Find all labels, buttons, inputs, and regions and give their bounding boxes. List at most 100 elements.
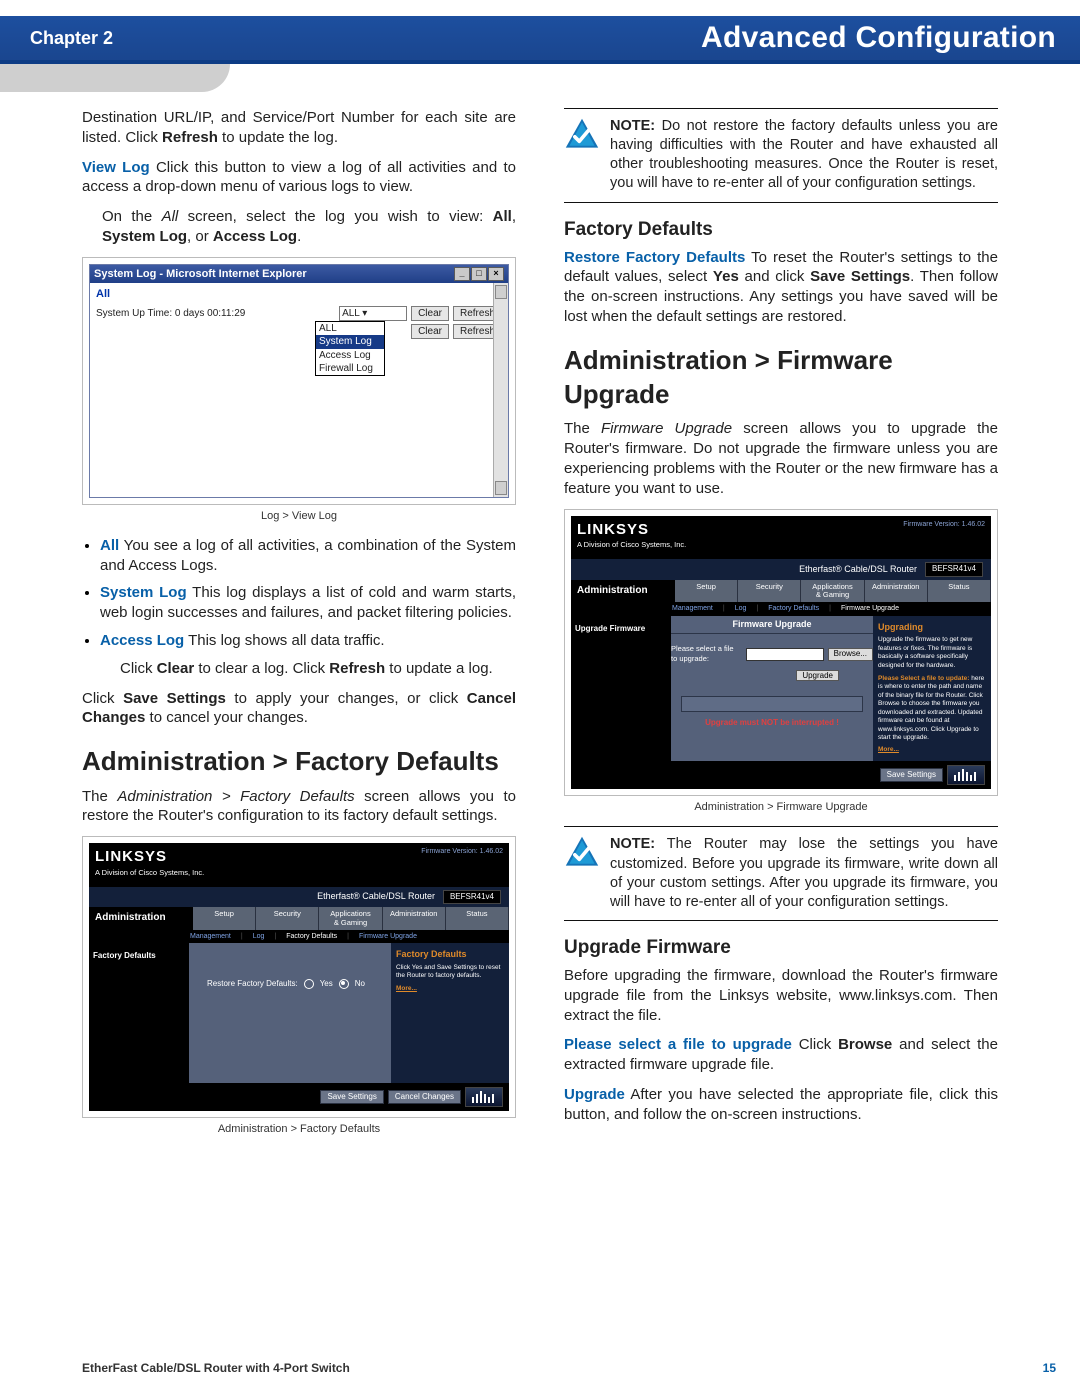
p-uf-before: Before upgrading the firmware, download …	[564, 966, 998, 1025]
list-item-syslog: System Log This log displays a list of c…	[100, 583, 516, 623]
linksys-logo: LINKSYS	[95, 847, 204, 867]
text: The	[82, 788, 117, 805]
log-all-heading: All	[96, 287, 502, 302]
fw-center-title: Firmware Upgrade	[671, 616, 873, 635]
text: Click	[82, 690, 123, 707]
italic-all: All	[162, 208, 179, 225]
tab-security[interactable]: Security	[738, 580, 801, 603]
dropdown-option[interactable]: Access Log	[316, 349, 384, 362]
log-dropdown[interactable]: ALL System Log Access Log Firewall Log	[315, 321, 385, 376]
minimize-icon[interactable]: _	[454, 267, 470, 281]
view-log-label: View Log	[82, 159, 150, 176]
subtab-management[interactable]: Management	[187, 932, 234, 941]
model-code: BEFSR41v4	[443, 890, 501, 905]
footer-product: EtherFast Cable/DSL Router with 4-Port S…	[82, 1361, 350, 1375]
bold: Refresh	[329, 660, 385, 677]
tab-apps-gaming[interactable]: Applications & Gaming	[801, 580, 864, 603]
page-footer: EtherFast Cable/DSL Router with 4-Port S…	[82, 1361, 1056, 1375]
text: On the	[102, 208, 162, 225]
save-settings-button[interactable]: Save Settings	[880, 768, 943, 783]
subtab-fwupgrade[interactable]: Firmware Upgrade	[838, 604, 902, 613]
uptime-text: System Up Time: 0 days 00:11:29	[96, 307, 335, 320]
tab-administration[interactable]: Administration	[383, 907, 446, 930]
more-link[interactable]: More...	[878, 746, 899, 754]
browse-button[interactable]: Browse...	[828, 648, 873, 661]
text: to update a log.	[385, 660, 493, 677]
subtab-fwupgrade[interactable]: Firmware Upgrade	[356, 932, 420, 941]
bold: System Log	[102, 228, 187, 245]
file-label: Please select a file to upgrade:	[671, 644, 742, 664]
help-title: Upgrading	[878, 622, 986, 634]
p-on-all: On the All screen, select the log you wi…	[102, 207, 516, 247]
accesslog-label: Access Log	[100, 632, 184, 649]
radio-yes[interactable]	[304, 979, 314, 989]
text: This log shows all data traffic.	[184, 632, 384, 649]
caption-admin-factory: Administration > Factory Defaults	[82, 1122, 516, 1137]
tab-administration[interactable]: Administration	[865, 580, 928, 603]
tab-apps-gaming[interactable]: Applications & Gaming	[319, 907, 382, 930]
cancel-changes-button[interactable]: Cancel Changes	[388, 1090, 461, 1105]
bold-refresh: Refresh	[162, 129, 218, 146]
subtab-log[interactable]: Log	[732, 604, 750, 613]
subtab-log[interactable]: Log	[250, 932, 268, 941]
text: to clear a log. Click	[194, 660, 329, 677]
log-select[interactable]: ALL ▾	[339, 306, 407, 321]
text: to cancel your changes.	[145, 709, 308, 726]
firmware-version: Firmware Version: 1.46.02	[903, 520, 985, 529]
scrollbar[interactable]	[493, 283, 508, 497]
page-header: Chapter 2 Advanced Configuration	[0, 16, 1080, 60]
dropdown-option[interactable]: Firewall Log	[316, 362, 384, 375]
chapter-label: Chapter 2	[30, 28, 113, 49]
bold: Browse	[838, 1036, 892, 1053]
dropdown-option-selected[interactable]: System Log	[316, 335, 384, 348]
heading-factory-defaults: Factory Defaults	[564, 217, 998, 242]
help-p1: Upgrade the firmware to get new features…	[878, 636, 986, 670]
scroll-thumb[interactable]	[495, 285, 507, 299]
note-check-icon	[564, 117, 600, 194]
cisco-logo-icon	[465, 1087, 503, 1107]
text: Click	[792, 1036, 838, 1053]
clear-button-2[interactable]: Clear	[411, 324, 449, 339]
header-title: Advanced Configuration	[701, 21, 1056, 55]
text: Click	[120, 660, 157, 677]
text: to apply your changes, or click	[226, 690, 467, 707]
tab-status[interactable]: Status	[446, 907, 509, 930]
model-code: BEFSR41v4	[925, 562, 983, 577]
p-uf-upgrade: Upgrade After you have selected the appr…	[564, 1085, 998, 1125]
subtab-management[interactable]: Management	[669, 604, 716, 613]
p-save-cancel: Click Save Settings to apply your change…	[82, 689, 516, 729]
bold: Save Settings	[123, 690, 226, 707]
p-uf-select: Please select a file to upgrade Click Br…	[564, 1035, 998, 1075]
caption-log-viewlog: Log > View Log	[82, 509, 516, 524]
upgrade-warning: Upgrade must NOT be interrupted !	[671, 718, 873, 729]
file-path-input[interactable]	[746, 648, 824, 661]
dropdown-option[interactable]: ALL	[316, 322, 384, 335]
tab-status[interactable]: Status	[928, 580, 991, 603]
tab-setup[interactable]: Setup	[193, 907, 256, 930]
maximize-icon[interactable]: □	[471, 267, 487, 281]
text: screen, select the log you wish to view:	[178, 208, 492, 225]
italic: Administration > Factory Defaults	[117, 788, 354, 805]
radio-no[interactable]	[339, 979, 349, 989]
upgrade-button[interactable]: Upgrade	[796, 670, 839, 681]
section-label: Administration	[571, 580, 675, 603]
note-firmware: NOTE: The Router may lose the settings y…	[564, 826, 998, 921]
tab-setup[interactable]: Setup	[675, 580, 738, 603]
subtab-factorydef[interactable]: Factory Defaults	[283, 932, 340, 941]
more-link[interactable]: More...	[396, 985, 417, 993]
save-settings-button[interactable]: Save Settings	[320, 1090, 383, 1105]
text: .	[297, 228, 301, 245]
clear-button[interactable]: Clear	[411, 306, 449, 321]
text: ,	[512, 208, 516, 225]
tab-security[interactable]: Security	[256, 907, 319, 930]
linksys-logo-sub: A Division of Cisco Systems, Inc.	[577, 540, 686, 549]
footer-page-number: 15	[1043, 1361, 1056, 1375]
close-icon[interactable]: ×	[488, 267, 504, 281]
p-destination: Destination URL/IP, and Service/Port Num…	[82, 108, 516, 148]
all-label: All	[100, 537, 119, 554]
right-column: NOTE: Do not restore the factory default…	[564, 108, 998, 1149]
text: and click	[739, 268, 810, 285]
subtab-factorydef[interactable]: Factory Defaults	[765, 604, 822, 613]
p-viewlog: View Log Click this button to view a log…	[82, 158, 516, 198]
scroll-down-icon[interactable]	[495, 481, 507, 495]
